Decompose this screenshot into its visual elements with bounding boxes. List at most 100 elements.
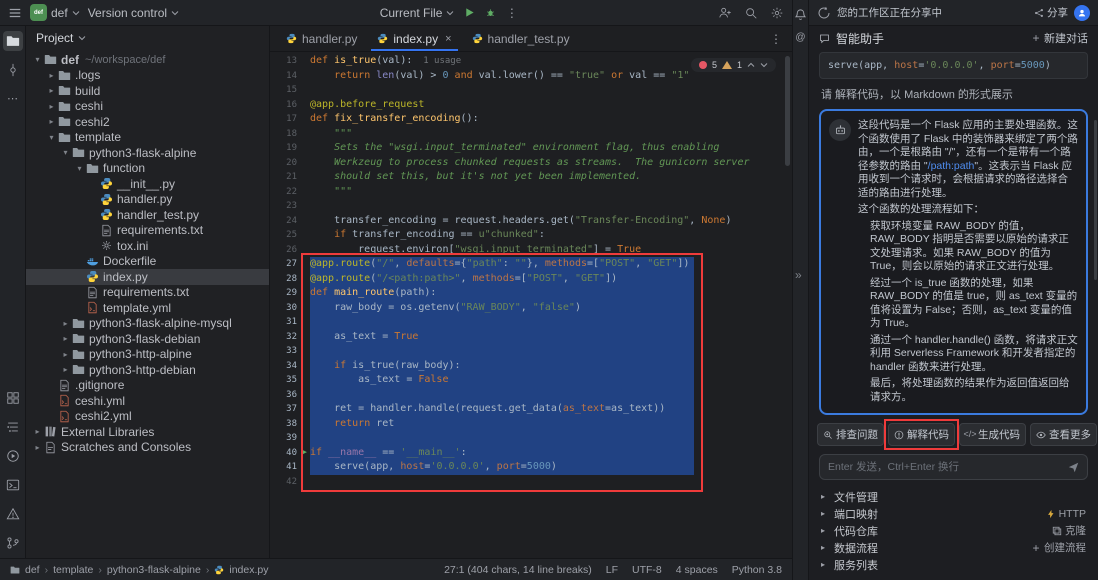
project-tool-button[interactable] <box>3 31 23 51</box>
code-line-text[interactable]: def main_route(path): <box>310 286 694 301</box>
tree-item[interactable]: ▸python3-flask-alpine-mysql <box>26 316 269 332</box>
send-icon[interactable] <box>1068 462 1079 473</box>
notifications-bell-icon[interactable] <box>794 8 807 21</box>
section-ports[interactable]: ▸端口映射HTTP <box>809 505 1098 522</box>
chevron-right-icon[interactable]: ▸ <box>32 427 43 436</box>
breadcrumb[interactable]: python3-flask-alpine <box>107 564 201 576</box>
code-line-text[interactable]: if __name__ == '__main__': <box>310 446 694 461</box>
tree-item[interactable]: ceshi2.yml <box>26 409 269 425</box>
code-line-text[interactable]: @app.before_request <box>310 98 424 113</box>
main-menu-icon[interactable] <box>8 6 22 20</box>
tree-item[interactable]: __init__.py <box>26 176 269 192</box>
tree-item[interactable]: ▸python3-http-debian <box>26 362 269 378</box>
code-line-text[interactable]: should set this, but it's not yet been i… <box>310 170 641 185</box>
close-tab-icon[interactable]: × <box>445 33 451 45</box>
breadcrumb[interactable]: index.py <box>229 564 268 576</box>
tree-item[interactable]: template.yml <box>26 300 269 316</box>
code-line-text[interactable]: ret = handler.handle(request.get_data(as… <box>310 402 694 417</box>
explain-code-button[interactable]: 解释代码 <box>888 423 955 446</box>
project-panel-header[interactable]: Project <box>26 26 269 50</box>
section-repo[interactable]: ▸代码仓库克隆 <box>809 522 1098 539</box>
file-encoding[interactable]: UTF-8 <box>632 564 662 576</box>
problems-tool-button[interactable] <box>3 504 23 524</box>
code-line[interactable]: 36 <box>270 388 792 403</box>
section-pipeline[interactable]: ▸数据流程+创建流程 <box>809 539 1098 556</box>
indent-style[interactable]: 4 spaces <box>676 564 718 576</box>
code-line-text[interactable]: request.environ["wsgi.input_terminated"]… <box>310 243 641 258</box>
chevron-right-icon[interactable]: ▸ <box>32 443 43 452</box>
code-line[interactable]: 15 <box>270 83 792 98</box>
section-services[interactable]: ▸服务列表 <box>809 556 1098 573</box>
chevron-down-icon[interactable]: ▾ <box>60 148 71 157</box>
tree-item[interactable]: ▸python3-flask-debian <box>26 331 269 347</box>
section-accessory[interactable]: HTTP <box>1046 508 1086 520</box>
run-line-icon[interactable]: ▶ <box>303 449 307 456</box>
code-line[interactable]: 29def main_route(path): <box>270 286 792 301</box>
tree-item[interactable]: ▸External Libraries <box>26 424 269 440</box>
code-line-text[interactable]: return len(val) > 0 and val.lower() == "… <box>310 69 689 84</box>
code-line[interactable]: 27@app.route("/", defaults={"path": ""},… <box>270 257 792 272</box>
tree-item[interactable]: .gitignore <box>26 378 269 394</box>
commit-tool-button[interactable] <box>3 60 23 80</box>
section-accessory[interactable]: 克隆 <box>1052 523 1086 538</box>
chevron-right-icon[interactable]: ▸ <box>60 350 71 359</box>
code-line[interactable]: 32 as_text = True <box>270 330 792 345</box>
tree-item[interactable]: ▾function <box>26 161 269 177</box>
tree-item[interactable]: handler.py <box>26 192 269 208</box>
code-line-text[interactable]: def fix_transfer_encoding(): <box>310 112 479 127</box>
code-line[interactable]: 16@app.before_request <box>270 98 792 113</box>
code-line-text[interactable]: as_text = True <box>310 330 694 345</box>
code-line[interactable]: 35 as_text = False <box>270 373 792 388</box>
structure-tool-button[interactable] <box>3 417 23 437</box>
run-button[interactable] <box>464 7 475 18</box>
caret-position[interactable]: 27:1 (404 chars, 14 line breaks) <box>444 564 592 576</box>
chevron-down-icon[interactable]: ▾ <box>46 133 57 142</box>
tab-index-py[interactable]: index.py × <box>367 26 461 51</box>
section-accessory[interactable]: +创建流程 <box>1031 540 1086 555</box>
code-line[interactable]: 34 if is_true(raw_body): <box>270 359 792 374</box>
chevron-down-icon[interactable]: ▾ <box>32 55 43 64</box>
run-configuration-selector[interactable]: Current File <box>380 6 455 20</box>
code-line-text[interactable]: as_text = False <box>310 373 694 388</box>
code-line[interactable]: 30 raw_body = os.getenv("RAW_BODY", "fal… <box>270 301 792 316</box>
chevron-right-icon[interactable]: ▸ <box>60 365 71 374</box>
code-line[interactable]: 18 """ <box>270 127 792 142</box>
code-line-text[interactable]: @app.route("/<path:path>", methods=["POS… <box>310 272 694 287</box>
code-line[interactable]: 17def fix_transfer_encoding(): <box>270 112 792 127</box>
code-line[interactable]: 28@app.route("/<path:path>", methods=["P… <box>270 272 792 287</box>
code-line-text[interactable] <box>310 344 694 359</box>
more-actions-icon[interactable]: ⋮ <box>506 7 517 18</box>
code-line[interactable]: 22 """ <box>270 185 792 200</box>
python-interpreter[interactable]: Python 3.8 <box>732 564 782 576</box>
chat-input-box[interactable] <box>819 454 1088 480</box>
tree-item[interactable]: ▸python3-http-alpine <box>26 347 269 363</box>
code-line-text[interactable] <box>310 431 694 446</box>
code-line[interactable]: 41 serve(app, host='0.0.0.0', port=5000) <box>270 460 792 475</box>
code-line-text[interactable]: raw_body = os.getenv("RAW_BODY", "false"… <box>310 301 694 316</box>
more-tools-button[interactable]: ⋯ <box>3 89 23 109</box>
code-line-text[interactable]: if transfer_encoding == u"chunked": <box>310 228 545 243</box>
breadcrumb[interactable]: template <box>53 564 93 576</box>
project-widget[interactable]: def def <box>30 4 80 21</box>
code-line-text[interactable]: def is_true(val): 1 usage <box>310 54 461 69</box>
code-line[interactable]: 40▶if __name__ == '__main__': <box>270 446 792 461</box>
share-button[interactable]: 分享 <box>1034 5 1068 20</box>
code-line-text[interactable]: if is_true(raw_body): <box>310 359 694 374</box>
terminal-tool-button[interactable] <box>3 475 23 495</box>
new-chat-button[interactable]: + 新建对话 <box>1031 30 1088 46</box>
editor-scrollbar[interactable] <box>785 56 790 166</box>
code-line[interactable]: 38 return ret <box>270 417 792 432</box>
tree-item[interactable]: tox.ini <box>26 238 269 254</box>
code-line[interactable]: 26 request.environ["wsgi.input_terminate… <box>270 243 792 258</box>
chevron-right-icon[interactable]: ▸ <box>46 117 57 126</box>
chevron-right-icon[interactable]: ▸ <box>46 86 57 95</box>
chevron-right-icon[interactable]: ▸ <box>46 71 57 80</box>
next-problem-icon[interactable] <box>760 61 768 69</box>
code-line[interactable]: 19 Sets the "wsgi.input_terminated" envi… <box>270 141 792 156</box>
tree-item[interactable]: ceshi.yml <box>26 393 269 409</box>
chevron-right-icon[interactable]: ▸ <box>60 319 71 328</box>
code-line[interactable]: 33 <box>270 344 792 359</box>
collaboration-icon[interactable] <box>718 6 732 20</box>
code-line[interactable]: 31 <box>270 315 792 330</box>
code-line[interactable]: 21 should set this, but it's not yet bee… <box>270 170 792 185</box>
